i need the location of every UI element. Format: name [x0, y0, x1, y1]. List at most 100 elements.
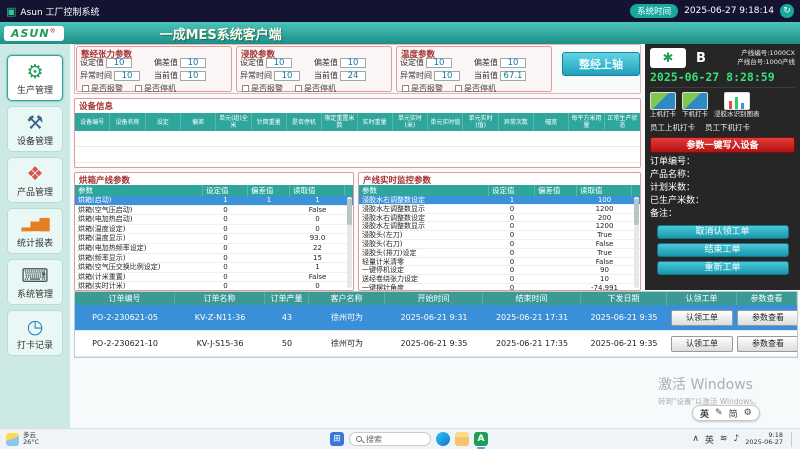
ime-language-toggle[interactable]: 英: [700, 407, 709, 420]
current-value-input[interactable]: 24: [340, 71, 366, 81]
stop-checkbox[interactable]: 是否停机: [295, 83, 336, 94]
network-icon[interactable]: ≋: [720, 434, 728, 444]
abnormal-time-input[interactable]: 10: [114, 71, 140, 81]
claim-order-button[interactable]: 认领工单: [671, 310, 733, 326]
param-row[interactable]: 浸胶头(左刀) 0 True: [359, 231, 640, 240]
param-row[interactable]: 送经卷绕张力设定 0 10: [359, 275, 640, 284]
param-row[interactable]: 烘箱(计米重置) 0 False: [75, 273, 353, 283]
param-row[interactable]: 烘箱(空气压交换比例设定) 0 1: [75, 263, 353, 273]
pen-icon[interactable]: ✎: [715, 408, 723, 418]
order-field-label: 订单编号：: [650, 156, 795, 169]
alarm-checkbox[interactable]: 是否报警: [242, 83, 283, 94]
device-table-body[interactable]: [75, 131, 640, 165]
stop-checkbox[interactable]: 是否停机: [455, 83, 496, 94]
param-row[interactable]: 浸胶头(右刀) 0 False: [359, 240, 640, 249]
view-params-button[interactable]: 参数查看: [737, 310, 797, 326]
checkbox-icon: [135, 85, 142, 92]
asun-app-icon[interactable]: A: [474, 432, 488, 446]
machine-name: B: [696, 51, 706, 66]
device-column-header: 设定: [146, 113, 181, 131]
scrollbar[interactable]: [634, 197, 639, 288]
view-params-button[interactable]: 参数查看: [737, 336, 797, 352]
stop-checkbox[interactable]: 是否停机: [135, 83, 176, 94]
current-value-input[interactable]: 67.1: [500, 71, 526, 81]
param-row[interactable]: 浸胶头(排刀)设定 0 True: [359, 249, 640, 258]
ime-mode-toggle[interactable]: 简: [729, 407, 738, 420]
column-header: 读取值: [290, 185, 345, 196]
param-row[interactable]: 烘箱(实时计米) 0 0: [75, 282, 353, 291]
sidebar-item[interactable]: ⚒ 设备管理: [7, 106, 63, 152]
glue-chart-button[interactable]: 浸胶水识别图表: [714, 92, 760, 119]
sidebar-item[interactable]: ⌨ 系统管理: [7, 259, 63, 305]
search-placeholder: 搜索: [366, 434, 382, 445]
punch-in-button[interactable]: 上机打卡: [650, 92, 676, 119]
sidebar-item[interactable]: ▂▅▇ 统计报表: [7, 208, 63, 254]
alarm-checkbox[interactable]: 是否报警: [82, 83, 123, 94]
orders-table: 订单编号订单名称订单产量客户名称开始时间结束时间下发日期认领工单参数查看 PO-…: [74, 291, 798, 358]
device-column-header: 是否停机: [287, 113, 322, 131]
param-row[interactable]: 烘箱(启动) 1 1 1: [75, 196, 353, 206]
param-row[interactable]: 一键摆针角度 0 -74.991: [359, 284, 640, 291]
param-row[interactable]: 烘箱(电加热启动) 0 0: [75, 215, 353, 225]
volume-icon[interactable]: ♪: [733, 434, 739, 444]
deviation-cell: [535, 258, 577, 266]
deviation-input[interactable]: 10: [340, 58, 366, 68]
end-time-cell: 2025-06-21 17:31: [483, 313, 581, 322]
alarm-checkbox[interactable]: 是否报警: [402, 83, 443, 94]
employee-punch-link[interactable]: 员工上机打卡: [650, 122, 695, 133]
param-row[interactable]: 烘箱(温度显示) 0 93.0: [75, 234, 353, 244]
punch-out-button[interactable]: 下机打卡: [682, 92, 708, 119]
weather-widget[interactable]: 多云 26°C: [6, 432, 39, 446]
abnormal-time-input[interactable]: 10: [434, 71, 460, 81]
abnormal-time-input[interactable]: 10: [274, 71, 300, 81]
order-name-cell: KV-J-S15-36: [175, 339, 265, 348]
param-row[interactable]: 轻量计米清零 0 False: [359, 258, 640, 267]
action-button[interactable]: 结束工单: [657, 243, 789, 257]
ime-settings-icon[interactable]: ⚙: [744, 408, 752, 418]
param-row[interactable]: 烘箱(电加热频率设定) 0 22: [75, 244, 353, 254]
taskbar-clock[interactable]: 9:18 2025-06-27: [745, 432, 783, 447]
param-row[interactable]: 浸胶水右调整数设定 0 200: [359, 214, 640, 223]
order-row[interactable]: PO-2-230621-05 KV-Z-N11-36 43 徐州可为 2025-…: [75, 305, 797, 331]
param-row[interactable]: 烘箱(频率显示) 0 15: [75, 254, 353, 264]
deviation-input[interactable]: 10: [180, 58, 206, 68]
refresh-icon[interactable]: ↻: [780, 4, 794, 18]
tray-expand-icon[interactable]: ∧: [692, 434, 699, 444]
param-row[interactable]: 浸胶水左调整数显示 0 1200: [359, 205, 640, 214]
sidebar-item-label: 统计报表: [17, 239, 53, 249]
edge-browser-icon[interactable]: [436, 432, 450, 446]
current-value-input[interactable]: 10: [180, 71, 206, 81]
sidebar-item-icon: ◷: [8, 316, 62, 338]
param-row[interactable]: 烘箱(温度设定) 0 0: [75, 225, 353, 235]
write-params-button[interactable]: 参数一键写入设备: [650, 137, 795, 153]
employee-punch-link[interactable]: 员工下机打卡: [705, 122, 750, 133]
taskbar-date: 2025-06-27: [745, 439, 783, 447]
line-name: 产线台号:1000产线: [737, 58, 795, 67]
claim-order-button[interactable]: 认领工单: [671, 336, 733, 352]
action-button[interactable]: 重新工单: [657, 261, 789, 275]
order-field-label: 计划米数：: [650, 182, 795, 195]
param-row[interactable]: 浸胶水左调整数显示 0 1200: [359, 222, 640, 231]
sidebar-item-icon: ⚒: [8, 112, 62, 134]
warping-beam-button[interactable]: 整经上轴: [562, 52, 640, 76]
scrollbar[interactable]: [347, 197, 352, 288]
start-button[interactable]: ⊞: [330, 432, 344, 446]
sidebar-item[interactable]: ❖ 产品管理: [7, 157, 63, 203]
sidebar-item[interactable]: ◷ 打卡记录: [7, 310, 63, 356]
deviation-input[interactable]: 10: [500, 58, 526, 68]
input-language-indicator[interactable]: 英: [705, 433, 714, 446]
sidebar-item[interactable]: ⚙ 生产管理: [7, 55, 63, 101]
param-row[interactable]: 烘箱(空气压启动) 0 False: [75, 206, 353, 216]
param-row[interactable]: 一键停机设定 0 90: [359, 266, 640, 275]
set-value-cell: 0: [203, 273, 248, 282]
deviation-cell: [248, 254, 290, 263]
file-explorer-icon[interactable]: [455, 432, 469, 446]
deviation-cell: 1: [248, 196, 290, 205]
param-row[interactable]: 浸胶水右调整数设定 1 100: [359, 196, 640, 205]
order-row[interactable]: PO-2-230621-10 KV-J-S15-36 50 徐州可为 2025-…: [75, 331, 797, 357]
taskbar-search[interactable]: 搜索: [349, 432, 431, 446]
show-desktop-button[interactable]: [791, 432, 794, 447]
device-table-header: 设备编号设备名称设定偏差单元(组)全米针筒重量是否停机限定重置米数实时重量单元实…: [75, 113, 640, 131]
sidebar-item-icon: ❖: [8, 163, 62, 185]
action-button[interactable]: 取消认领工单: [657, 225, 789, 239]
